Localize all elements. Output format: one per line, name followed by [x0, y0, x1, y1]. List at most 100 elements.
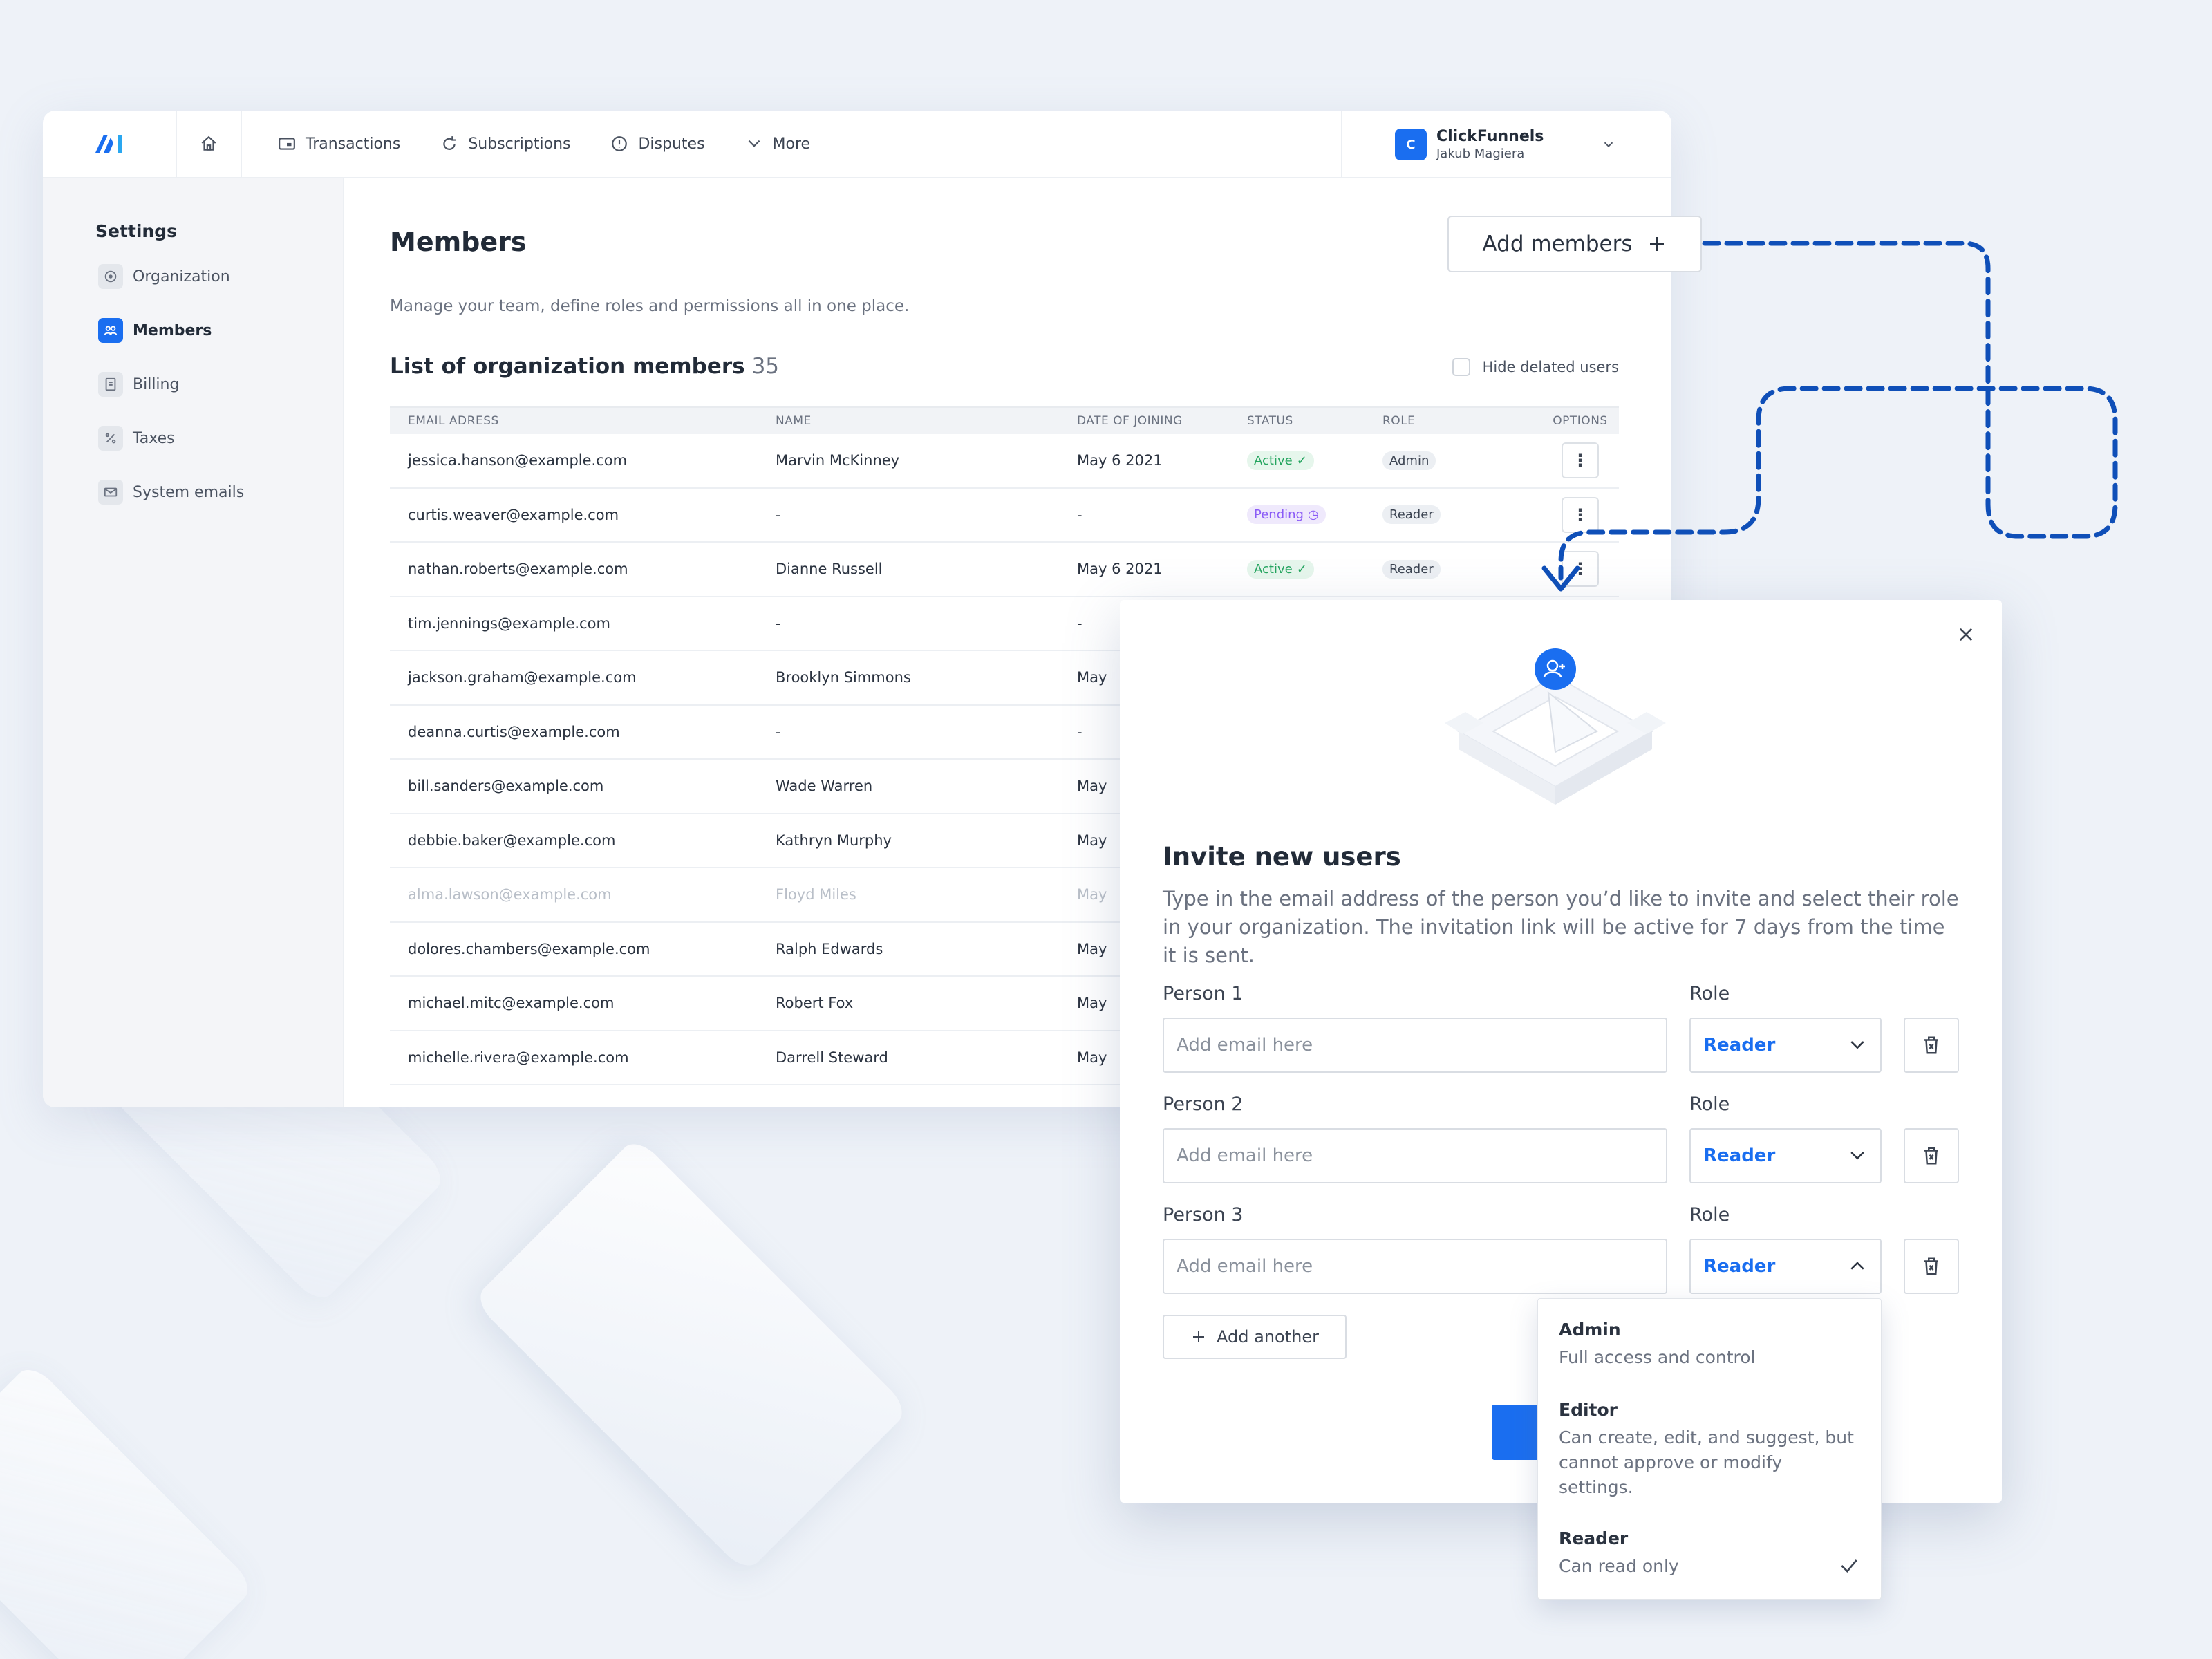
- clock-icon: ◷: [1307, 507, 1319, 523]
- list-title: List of organization members 35: [390, 354, 779, 379]
- role-badge: Reader: [1382, 505, 1441, 525]
- person-1-email-input[interactable]: [1163, 1018, 1667, 1073]
- person-3-email-input[interactable]: [1163, 1239, 1667, 1294]
- table-row[interactable]: jessica.hanson@example.com Marvin McKinn…: [390, 434, 1619, 489]
- cell-email: jackson.graham@example.com: [408, 669, 637, 686]
- person-2-email-input[interactable]: [1163, 1128, 1667, 1183]
- trash-icon: [1924, 1036, 1938, 1054]
- row-options-button[interactable]: ⋮: [1562, 496, 1599, 533]
- role-option-description: Full access and control: [1559, 1347, 1756, 1367]
- trash-icon: [1924, 1147, 1938, 1165]
- cell-name: Marvin McKinney: [776, 452, 900, 469]
- member-count: 35: [751, 354, 780, 379]
- table-row[interactable]: curtis.weaver@example.com - - Pending ◷ R…: [390, 489, 1619, 543]
- cell-name: Darrell Steward: [776, 1049, 888, 1066]
- nav-transactions[interactable]: Transactions: [278, 135, 400, 153]
- alert-circle-icon: [612, 136, 628, 151]
- sidebar-item-label: Organization: [133, 268, 230, 285]
- billing-icon: [98, 372, 123, 397]
- nav-disputes[interactable]: Disputes: [610, 135, 705, 153]
- role-option-description: Can create, edit, and suggest, but canno…: [1559, 1427, 1854, 1497]
- role-select-value: Reader: [1703, 1035, 1776, 1056]
- cell-email: michelle.rivera@example.com: [408, 1049, 629, 1066]
- main-nav: Transactions Subscriptions Disputes More: [242, 111, 850, 178]
- nav-subscriptions[interactable]: Subscriptions: [440, 135, 570, 153]
- cell-email: debbie.baker@example.com: [408, 832, 616, 849]
- status-badge: Pending ◷: [1247, 505, 1326, 525]
- cell-name: -: [776, 506, 781, 523]
- role-1-label: Role: [1689, 983, 1730, 1004]
- page-title: Members: [390, 227, 527, 257]
- table-row[interactable]: nathan.roberts@example.com Dianne Russel…: [390, 543, 1619, 597]
- role-option-reader[interactable]: Reader Can read only: [1559, 1528, 1860, 1579]
- role-option-admin[interactable]: Admin Full access and control: [1559, 1320, 1860, 1370]
- home-button[interactable]: [177, 111, 242, 178]
- hide-deleted-checkbox[interactable]: [1452, 358, 1470, 376]
- add-another-button[interactable]: Add another: [1163, 1315, 1347, 1359]
- chevron-up-icon: [1850, 1262, 1864, 1270]
- close-icon: [1959, 628, 1973, 641]
- hide-deleted-toggle[interactable]: Hide delated users: [1452, 358, 1619, 376]
- cell-name: -: [776, 615, 781, 632]
- row-options-button[interactable]: ⋮: [1562, 551, 1599, 588]
- chevron-down-icon: [748, 140, 760, 147]
- more-vertical-icon: ⋮: [1572, 451, 1588, 471]
- role-dropdown-menu: Admin Full access and control Editor Can…: [1537, 1298, 1882, 1600]
- page-subtitle: Manage your team, define roles and permi…: [390, 297, 910, 315]
- top-navigation-bar: Transactions Subscriptions Disputes More…: [43, 111, 1671, 178]
- trash-icon: [1924, 1257, 1938, 1275]
- row-options-button[interactable]: ⋮: [1562, 442, 1599, 479]
- cell-name: Kathryn Murphy: [776, 832, 892, 849]
- status-label: Active: [1254, 453, 1293, 468]
- person-1-delete-button[interactable]: [1904, 1018, 1959, 1073]
- role-option-description: Can read only: [1559, 1556, 1679, 1576]
- org-name: ClickFunnels: [1436, 128, 1544, 145]
- role-option-editor[interactable]: Editor Can create, edit, and suggest, bu…: [1559, 1400, 1860, 1500]
- more-vertical-icon: ⋮: [1572, 505, 1588, 525]
- sidebar-item-organization[interactable]: Organization: [98, 264, 230, 289]
- percent-icon: [98, 426, 123, 451]
- nav-more-label: More: [772, 135, 811, 153]
- person-1-role-select[interactable]: Reader: [1689, 1018, 1882, 1073]
- role-3-label: Role: [1689, 1204, 1730, 1226]
- cell-email: michael.mitc@example.com: [408, 995, 615, 1012]
- organization-icon: [98, 264, 123, 289]
- column-header-date: DATE OF JOINING: [1077, 414, 1183, 428]
- check-icon: ✓: [1296, 561, 1307, 577]
- sidebar-item-system-emails[interactable]: System emails: [98, 480, 244, 505]
- cell-email: dolores.chambers@example.com: [408, 940, 650, 957]
- cell-name: Robert Fox: [776, 995, 854, 1012]
- card-icon: [279, 138, 295, 150]
- role-option-title: Reader: [1559, 1528, 1629, 1548]
- cell-name: Ralph Edwards: [776, 940, 883, 957]
- add-members-button[interactable]: Add members: [1447, 216, 1702, 272]
- app-logo[interactable]: [43, 111, 177, 178]
- invite-illustration: [1445, 648, 1666, 805]
- sidebar-item-members[interactable]: Members: [98, 318, 212, 343]
- sidebar-item-billing[interactable]: Billing: [98, 372, 179, 397]
- chevron-down-icon: [1850, 1041, 1864, 1049]
- person-3-delete-button[interactable]: [1904, 1239, 1959, 1294]
- person-2-label: Person 2: [1163, 1094, 1244, 1115]
- more-vertical-icon: ⋮: [1572, 559, 1588, 579]
- add-another-label: Add another: [1217, 1327, 1319, 1347]
- person-2-role-select[interactable]: Reader: [1689, 1128, 1882, 1183]
- sidebar-item-label: Billing: [133, 375, 180, 393]
- list-title-text: List of organization members: [390, 354, 745, 379]
- close-button[interactable]: [1952, 621, 1980, 648]
- organization-switcher[interactable]: C ClickFunnels Jakub Magiera: [1341, 111, 1671, 178]
- chevron-down-icon: [1850, 1152, 1864, 1160]
- person-3-role-select[interactable]: Reader: [1689, 1239, 1882, 1294]
- nav-disputes-label: Disputes: [638, 135, 705, 153]
- person-2-delete-button[interactable]: [1904, 1128, 1959, 1183]
- sidebar-item-taxes[interactable]: Taxes: [98, 426, 175, 451]
- cell-date: May 6 2021: [1077, 561, 1163, 578]
- nav-more[interactable]: More: [745, 135, 811, 153]
- check-icon: ✓: [1296, 453, 1307, 468]
- role-select-value: Reader: [1703, 1145, 1776, 1166]
- plus-icon: [1193, 1331, 1205, 1342]
- cell-name: Floyd Miles: [776, 886, 856, 903]
- add-members-label: Add members: [1482, 232, 1633, 256]
- cell-email: deanna.curtis@example.com: [408, 723, 620, 740]
- role-badge: Admin: [1382, 451, 1436, 470]
